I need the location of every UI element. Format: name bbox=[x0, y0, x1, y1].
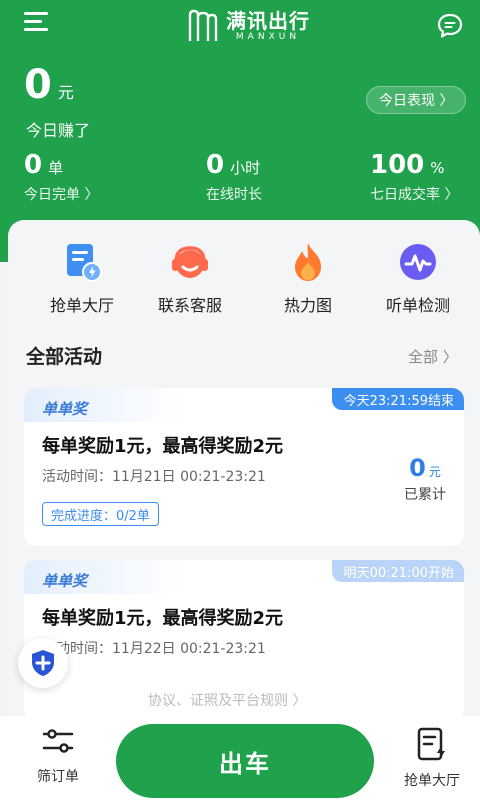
earnings-value: 0 bbox=[24, 62, 52, 108]
message-icon[interactable] bbox=[436, 12, 464, 40]
stat-unit: 单 bbox=[48, 159, 64, 177]
quick-action-customer-service[interactable]: 联系客服 bbox=[140, 240, 240, 316]
order-hall-button[interactable]: 抢单大厅 bbox=[396, 726, 468, 790]
quick-action-label: 联系客服 bbox=[157, 296, 222, 315]
logo-mark-icon bbox=[188, 9, 218, 41]
quick-actions: 抢单大厅 联系客服 热力图 听单检测 bbox=[8, 220, 480, 320]
earnings-label: 今日赚了 bbox=[26, 121, 91, 140]
app-logo: 满讯出行 MANXUN bbox=[186, 4, 310, 48]
stat-acceptance-rate[interactable]: 100% 七日成交率 〉 bbox=[370, 150, 458, 204]
logo-subtitle: MANXUN bbox=[235, 32, 301, 42]
shield-icon bbox=[32, 650, 54, 676]
progress-badge: 完成进度：0/2单 bbox=[42, 502, 159, 526]
accumulated-unit: 元 bbox=[428, 465, 441, 479]
quick-action-heatmap[interactable]: 热力图 bbox=[258, 240, 358, 316]
pulse-icon bbox=[400, 244, 436, 280]
bottom-bar: 筛订单 出车 抢单大厅 bbox=[0, 716, 480, 800]
stat-label: 在线时长 bbox=[206, 187, 262, 203]
go-online-button[interactable]: 出车 bbox=[116, 724, 374, 798]
accumulated-value: 0 bbox=[409, 454, 426, 482]
today-performance-button[interactable]: 今日表现 〉 bbox=[366, 86, 467, 114]
accumulated-label: 已累计 bbox=[404, 487, 446, 503]
stat-value: 100 bbox=[370, 150, 425, 180]
activity-deadline-badge: 今天23:21:59结束 bbox=[331, 388, 464, 410]
order-list-icon bbox=[417, 727, 445, 761]
logo-name: 满讯出行 bbox=[226, 9, 310, 33]
stat-online-hours: 0 小时 在线时长 bbox=[206, 150, 262, 204]
stat-unit: 小时 bbox=[230, 159, 261, 177]
top-bar: 满讯出行 MANXUN bbox=[0, 0, 480, 56]
activity-tag: 单单奖 bbox=[42, 572, 88, 590]
order-hall-label: 抢单大厅 bbox=[404, 773, 460, 789]
all-activities-link[interactable]: 全部 〉 bbox=[408, 346, 458, 367]
section-title: 全部活动 bbox=[26, 346, 103, 368]
activity-deadline-badge: 明天00:21:00开始 bbox=[331, 560, 464, 582]
menu-icon[interactable] bbox=[24, 12, 54, 38]
filter-icon bbox=[42, 729, 74, 753]
rules-link[interactable]: 协议、证照及平台规则 〉 bbox=[148, 690, 306, 710]
filter-orders-label: 筛订单 bbox=[37, 769, 79, 785]
earnings-unit: 元 bbox=[57, 83, 74, 102]
activity-card[interactable]: 单单奖 今天23:21:59结束 每单奖励1元，最高得奖励2元 活动时间：11月… bbox=[24, 388, 464, 546]
quick-action-order-check[interactable]: 听单检测 bbox=[368, 240, 468, 316]
quick-action-order-hall[interactable]: 抢单大厅 bbox=[32, 240, 132, 316]
activity-tag: 单单奖 bbox=[42, 400, 88, 418]
quick-action-label: 听单检测 bbox=[385, 296, 450, 315]
quick-action-label: 热力图 bbox=[283, 296, 332, 315]
activity-title: 每单奖励1元，最高得奖励2元 bbox=[42, 608, 284, 629]
headset-icon bbox=[172, 246, 208, 278]
stat-value: 0 bbox=[206, 150, 225, 180]
accumulated-reward: 0 元 已累计 bbox=[404, 454, 446, 504]
stat-label: 今日完单 〉 bbox=[24, 187, 99, 203]
safety-button[interactable] bbox=[18, 638, 68, 688]
flame-icon bbox=[295, 243, 321, 281]
stat-completed-orders[interactable]: 0单 今日完单 〉 bbox=[24, 150, 98, 204]
filter-orders-button[interactable]: 筛订单 bbox=[22, 726, 94, 786]
quick-action-label: 抢单大厅 bbox=[49, 296, 114, 315]
main-panel: 抢单大厅 联系客服 热力图 听单检测 全部活动 全部 〉 单单奖 今天23:21… bbox=[8, 220, 480, 720]
stat-unit: % bbox=[430, 159, 445, 177]
activity-time: 活动时间：11月22日 00:21-23:21 bbox=[42, 641, 266, 657]
earnings-amount: 0 元 bbox=[24, 62, 74, 108]
stat-value: 0 bbox=[24, 150, 43, 180]
stat-label: 七日成交率 〉 bbox=[370, 187, 459, 203]
order-hall-icon bbox=[67, 244, 102, 282]
activity-time: 活动时间：11月21日 00:21-23:21 bbox=[42, 469, 266, 485]
activity-title: 每单奖励1元，最高得奖励2元 bbox=[42, 436, 284, 457]
